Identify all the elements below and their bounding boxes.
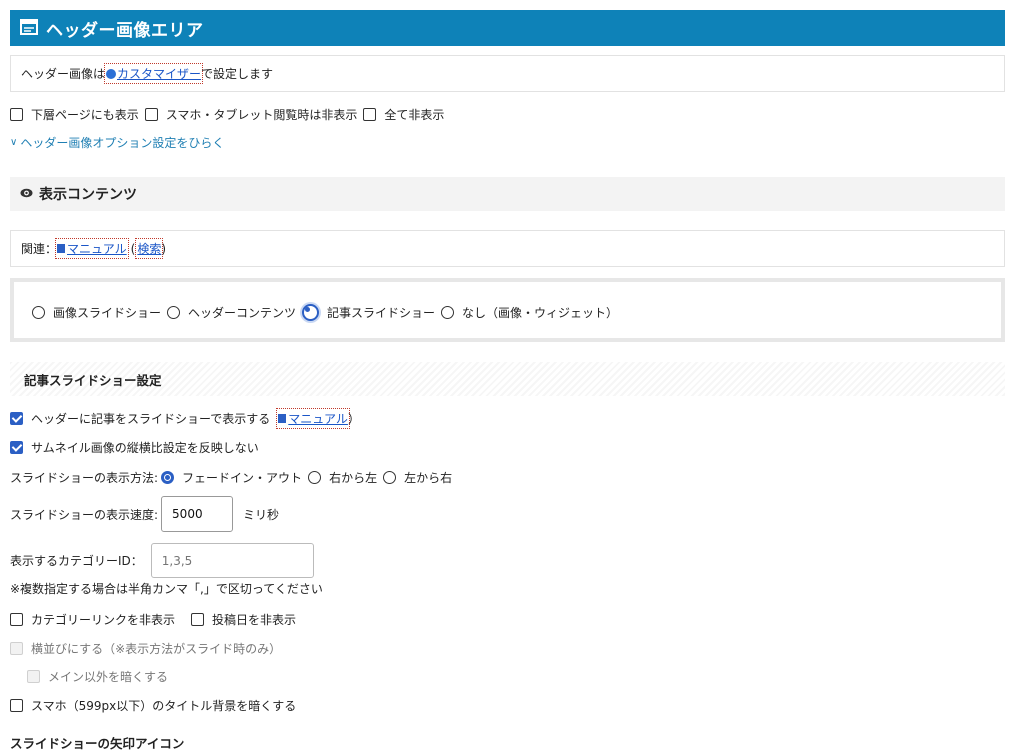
post-slideshow-radio[interactable] [302, 304, 320, 321]
show-on-subpages-checkbox[interactable] [10, 108, 23, 121]
method-label: スライドショーの表示方法: [10, 471, 159, 485]
darken-non-main-checkbox[interactable] [27, 670, 40, 683]
customizer-note-box: ヘッダー画像は カスタマイザー で設定します [10, 55, 1005, 92]
header-area-title: ヘッダー画像エリア [46, 20, 204, 41]
darken-title-bg-checkbox[interactable] [10, 699, 23, 712]
speed-unit: ミリ秒 [243, 507, 280, 522]
header-options-toggle[interactable]: ∨ ヘッダー画像オプション設定をひらく [10, 134, 224, 151]
fade-radio[interactable] [161, 471, 175, 484]
left-to-right-label: 左から右 [404, 471, 453, 485]
hide-all-label: 全て非表示 [384, 108, 445, 122]
search-paren-close: ) [161, 241, 167, 256]
display-content-heading: 表示コンテンツ [10, 177, 1005, 211]
hide-links-row: カテゴリーリンクを非表示 投稿日を非表示 [10, 611, 302, 628]
display-content-radios: 画像スライドショー ヘッダーコンテンツ 記事スライドショー なし（画像・ウィジェ… [32, 304, 624, 321]
header-area-title-bar: ヘッダー画像エリア [10, 10, 1005, 46]
customizer-icon [106, 68, 117, 79]
hide-on-mobile-checkbox[interactable] [144, 108, 158, 121]
hide-on-mobile-label: スマホ・タブレット閲覧時は非表示 [165, 108, 358, 122]
window-layout-icon [20, 18, 38, 38]
book-icon [57, 244, 66, 253]
hide-category-link-checkbox[interactable] [10, 613, 23, 626]
darken-non-main-row: メイン以外を暗くする [27, 668, 174, 685]
arrow-icon-heading: スライドショーの矢印アイコン [10, 736, 185, 751]
customizer-note-prefix: ヘッダー画像は [21, 67, 106, 81]
slideshow-manual-link-label: マニュアル [288, 412, 348, 426]
category-label: 表示するカテゴリーID： [10, 554, 143, 568]
customizer-link[interactable]: カスタマイザー [104, 63, 204, 84]
related-links-box: 関連： マニュアル ( 検索 ) [10, 230, 1005, 267]
search-link[interactable]: 検索 [135, 238, 164, 259]
side-by-side-label: 横並びにする（※表示方法がスライド時のみ） [31, 642, 282, 656]
hide-category-link-label: カテゴリーリンクを非表示 [31, 613, 176, 627]
hide-all-checkbox[interactable] [363, 108, 377, 121]
header-content-label: ヘッダーコンテンツ [188, 306, 297, 320]
no-aspect-label: サムネイル画像の縦横比設定を反映しない [31, 441, 259, 455]
chevron-down-icon: ∨ [10, 137, 18, 148]
right-to-left-label: 右から左 [329, 471, 378, 485]
post-slideshow-label: 記事スライドショー [327, 306, 436, 320]
no-aspect-checkbox[interactable] [10, 441, 23, 454]
related-label: 関連： [21, 242, 58, 256]
header-options-toggle-label: ヘッダー画像オプション設定をひらく [20, 136, 225, 150]
slideshow-manual-paren-close: ） [347, 412, 360, 426]
show-in-header-label: ヘッダーに記事をスライドショーで表示する [31, 412, 271, 426]
book-icon [278, 414, 287, 423]
manual-link-label: マニュアル [67, 242, 127, 256]
category-input[interactable] [150, 543, 314, 578]
fade-label: フェードイン・アウト [182, 471, 303, 485]
customizer-link-label: カスタマイザー [117, 67, 202, 81]
category-note: ※複数指定する場合は半角カンマ「,」で区切ってください [10, 582, 323, 596]
image-slideshow-label: 画像スライドショー [53, 306, 162, 320]
method-row: スライドショーの表示方法: フェードイン・アウト 右から左 左から右 [10, 469, 458, 486]
darken-non-main-label: メイン以外を暗くする [48, 670, 169, 684]
manual-link[interactable]: マニュアル [55, 238, 129, 259]
show-in-header-checkbox[interactable] [10, 412, 23, 425]
show-in-header-row: ヘッダーに記事をスライドショーで表示する マニュアル ） [10, 408, 360, 429]
header-options-row: 下層ページにも表示 スマホ・タブレット閲覧時は非表示 全て非表示 [10, 106, 450, 123]
category-row: 表示するカテゴリーID： [10, 543, 314, 578]
eye-icon [20, 187, 33, 201]
customizer-note-suffix: で設定します [201, 67, 274, 81]
right-to-left-radio[interactable] [308, 471, 322, 484]
header-content-radio[interactable] [167, 306, 181, 319]
none-radio[interactable] [441, 306, 455, 319]
show-on-subpages-label: 下層ページにも表示 [31, 108, 139, 122]
slideshow-manual-link[interactable]: マニュアル [276, 408, 350, 429]
display-content-title: 表示コンテンツ [39, 187, 137, 203]
darken-title-bg-label: スマホ（599px以下）のタイトル背景を暗くする [31, 699, 297, 713]
side-by-side-checkbox[interactable] [10, 642, 23, 655]
no-aspect-row: サムネイル画像の縦横比設定を反映しない [10, 439, 265, 456]
left-to-right-radio[interactable] [383, 471, 397, 484]
hide-post-date-checkbox[interactable] [191, 613, 205, 626]
slideshow-settings-heading: 記事スライドショー設定 [10, 362, 1005, 396]
hide-post-date-label: 投稿日を非表示 [212, 613, 297, 627]
image-slideshow-radio[interactable] [32, 306, 45, 319]
display-content-radio-panel: 画像スライドショー ヘッダーコンテンツ 記事スライドショー なし（画像・ウィジェ… [10, 278, 1005, 342]
side-by-side-row: 横並びにする（※表示方法がスライド時のみ） [10, 640, 287, 657]
none-label: なし（画像・ウィジェット） [462, 306, 619, 320]
speed-input[interactable] [161, 496, 234, 532]
search-paren-open: ( [130, 241, 136, 256]
speed-row: スライドショーの表示速度: ミリ秒 [10, 496, 279, 532]
darken-title-bg-row: スマホ（599px以下）のタイトル背景を暗くする [10, 697, 302, 714]
slideshow-settings-title: 記事スライドショー設定 [24, 372, 162, 388]
speed-label: スライドショーの表示速度: [10, 507, 159, 522]
